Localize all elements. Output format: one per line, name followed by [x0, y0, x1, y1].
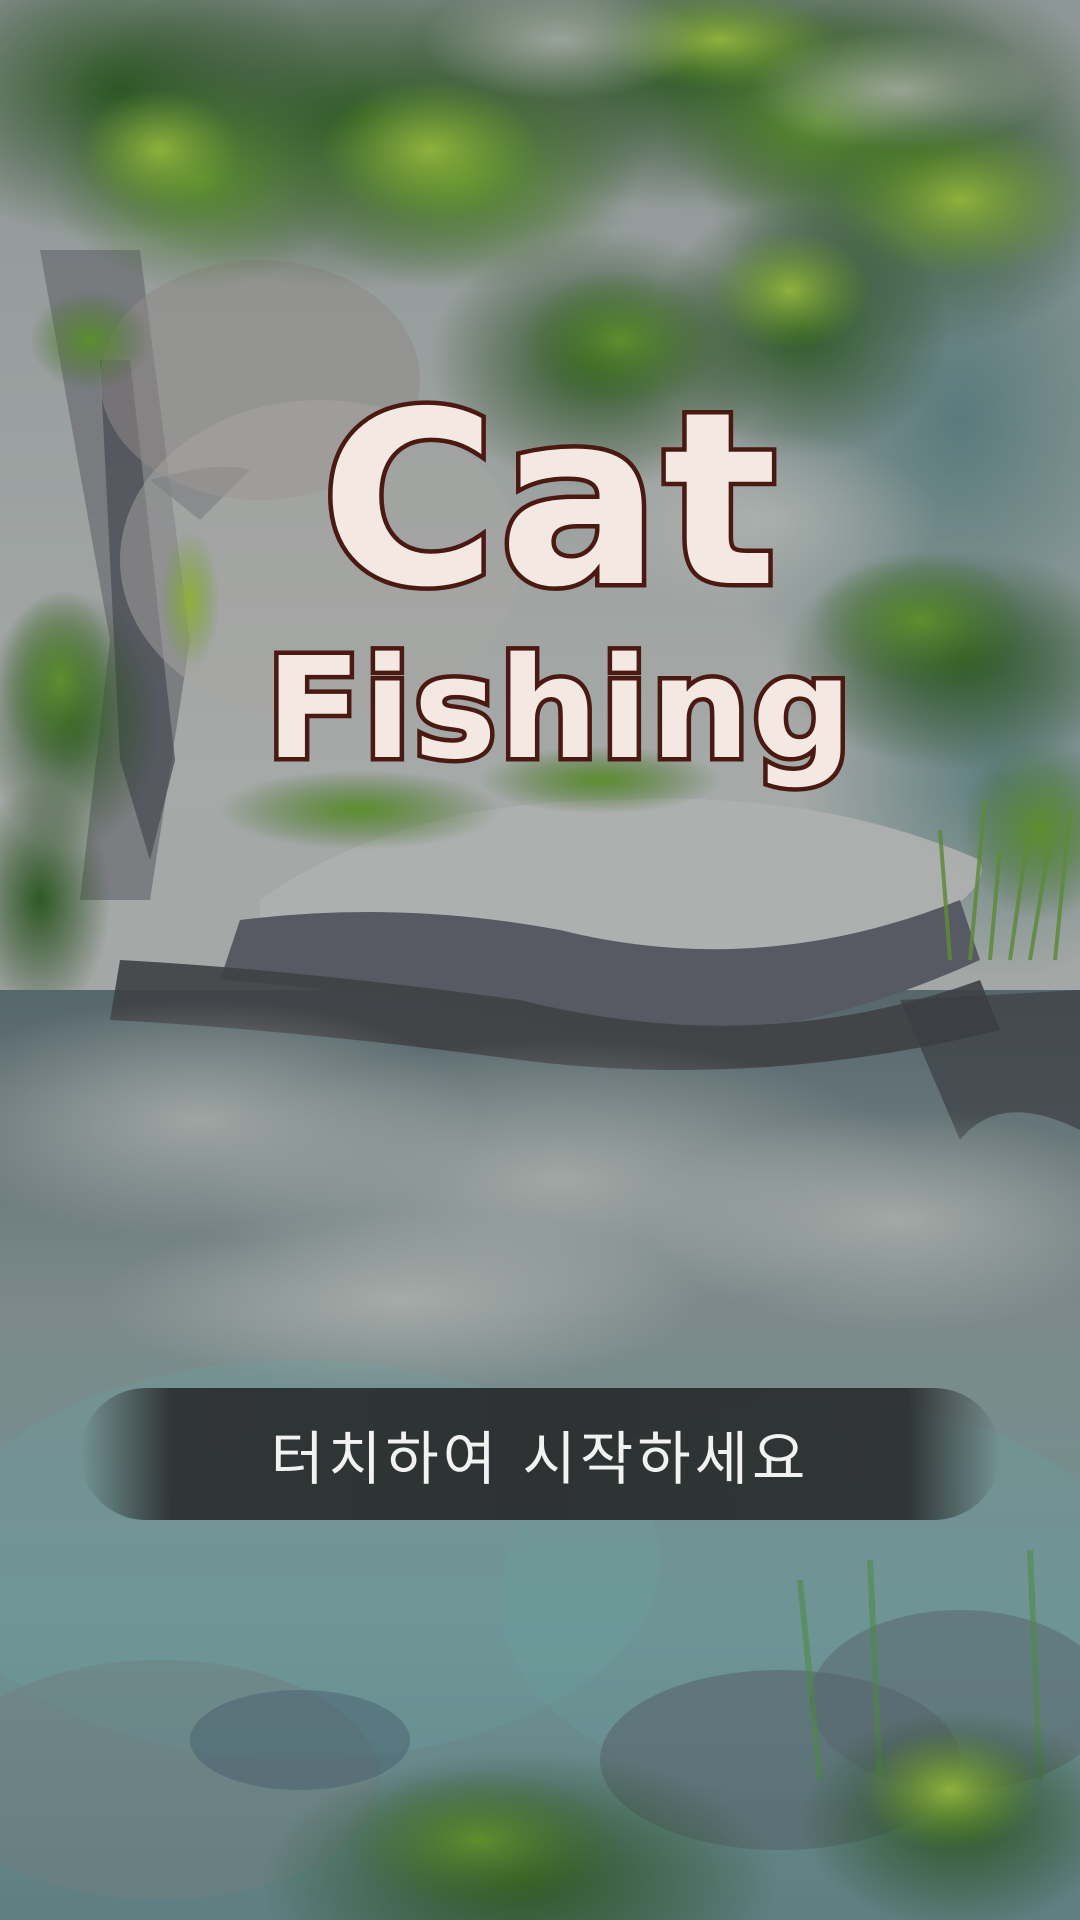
- tap-to-start-banner[interactable]: 터치하여 시작하세요: [80, 1388, 1000, 1520]
- title-screen[interactable]: Cat Fishing 터치하여 시작하세요: [0, 0, 1080, 1920]
- tap-to-start-text: 터치하여 시작하세요: [270, 1425, 810, 1493]
- game-logo: Cat Fishing: [0, 360, 1080, 791]
- forest-pond-background: [0, 0, 1080, 1920]
- game-title-fishing: Fishing: [261, 628, 857, 791]
- game-title-cat: Cat: [316, 360, 782, 640]
